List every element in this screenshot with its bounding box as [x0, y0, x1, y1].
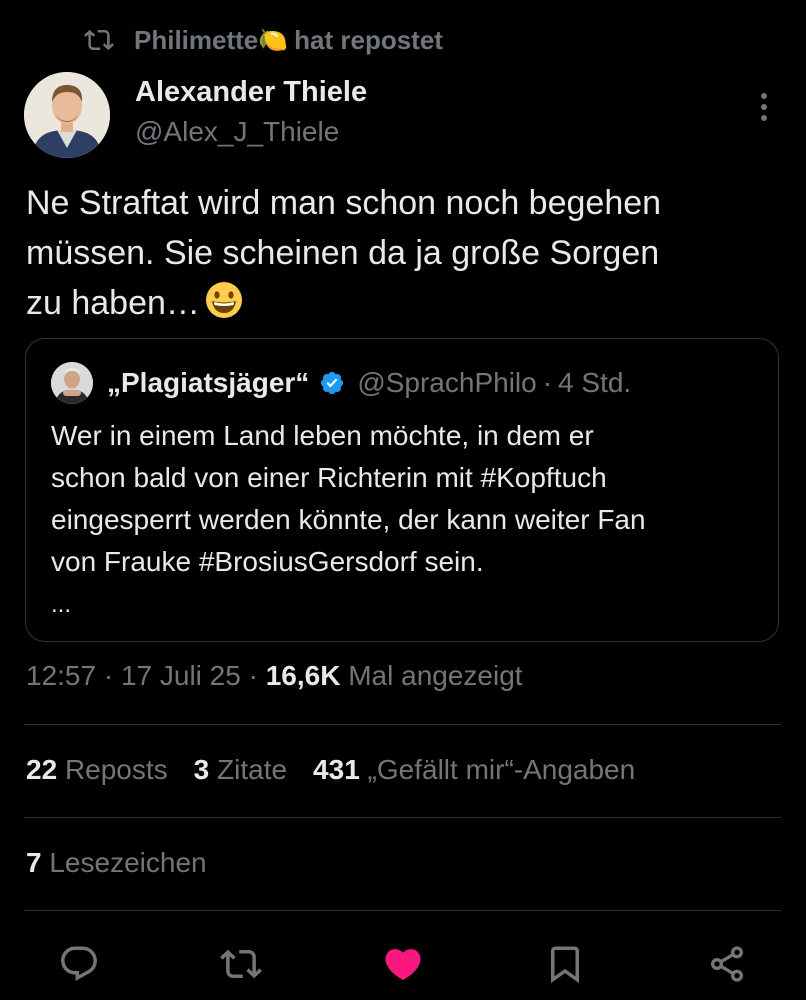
quoted-separator: ·	[542, 367, 553, 398]
quoted-timestamp[interactable]: 4 Std.	[558, 367, 631, 399]
more-options-button[interactable]	[748, 90, 780, 124]
tweet-date[interactable]: 17 Juli 25	[121, 660, 241, 691]
divider	[24, 910, 781, 911]
bookmarks-count: 7	[26, 847, 42, 878]
likes-label: „Gefällt mir“-Angaben	[367, 754, 636, 785]
reply-icon	[61, 946, 97, 981]
bookmarks-label: Lesezeichen	[49, 847, 207, 878]
meta-separator: ·	[103, 660, 114, 691]
repost-label: hat repostet	[294, 24, 443, 55]
more-vertical-icon	[761, 93, 767, 121]
repost-header[interactable]: Philimette 🍋 hat repostet	[84, 22, 443, 58]
meta-separator: ·	[248, 660, 258, 691]
divider	[24, 724, 781, 725]
repost-icon	[220, 949, 262, 979]
reposts-count: 22	[26, 754, 58, 785]
likes-stat[interactable]: 431 „Gefällt mir“-Angaben	[313, 754, 635, 786]
author-avatar-image	[24, 72, 110, 158]
quoted-tweet-card[interactable]: „Plagiatsjäger“ @SprachPhilo · 4 Std. We…	[25, 338, 779, 642]
verified-badge-icon	[321, 371, 344, 395]
grinning-face-emoji-icon	[205, 282, 242, 318]
tweet-time[interactable]: 12:57	[26, 660, 96, 691]
quotes-stat[interactable]: 3 Zitate	[194, 754, 287, 786]
quoted-author-handle[interactable]: @SprachPhilo	[357, 367, 536, 399]
quotes-count: 3	[193, 754, 210, 785]
share-button[interactable]	[705, 942, 749, 986]
reposts-label: Reposts	[64, 754, 168, 785]
bookmark-button[interactable]	[543, 942, 587, 986]
quoted-tweet-header: „Plagiatsjäger“ @SprachPhilo · 4 Std.	[51, 361, 631, 405]
tweet-text: Ne Straftat wird man schon noch begehen …	[26, 178, 781, 328]
bookmarks-stat[interactable]: 7 Lesezeichen	[26, 847, 207, 879]
quoted-tweet-text: Wer in einem Land leben möchte, in dem e…	[51, 420, 646, 577]
likes-count: 431	[313, 754, 360, 785]
tweet-meta: 12:57 · 17 Juli 25 · 16,6K Mal angezeigt	[26, 660, 523, 692]
reply-button[interactable]	[57, 942, 101, 986]
quoted-tweet-ellipsis: ...	[51, 591, 72, 618]
repost-indicator-icon	[84, 29, 114, 51]
view-count[interactable]: 16,6K	[266, 660, 341, 691]
lemon-emoji: 🍋	[258, 26, 289, 54]
like-icon	[385, 949, 421, 981]
repost-button[interactable]	[219, 942, 263, 986]
author-name[interactable]: Alexander Thiele	[135, 76, 367, 109]
quotes-label: Zitate	[217, 754, 288, 785]
view-count-label: Mal angezeigt	[348, 660, 523, 691]
reposts-stat[interactable]: 22 Reposts	[26, 754, 168, 786]
share-icon	[711, 946, 743, 982]
divider	[24, 817, 781, 818]
bookmark-icon	[551, 946, 579, 984]
like-button[interactable]	[381, 942, 425, 986]
author-avatar[interactable]	[24, 72, 110, 158]
engagement-stats: 22 Reposts 3 Zitate 431 „Gefällt mir“-An…	[26, 754, 661, 786]
quoted-author-avatar[interactable]	[51, 362, 93, 404]
quoted-author-name[interactable]: „Plagiatsjäger“	[107, 367, 309, 399]
repost-user[interactable]: Philimette	[134, 25, 258, 56]
quoted-avatar-image	[51, 362, 93, 404]
tweet-body: Ne Straftat wird man schon noch begehen …	[26, 184, 662, 322]
author-handle[interactable]: @Alex_J_Thiele	[135, 116, 339, 148]
